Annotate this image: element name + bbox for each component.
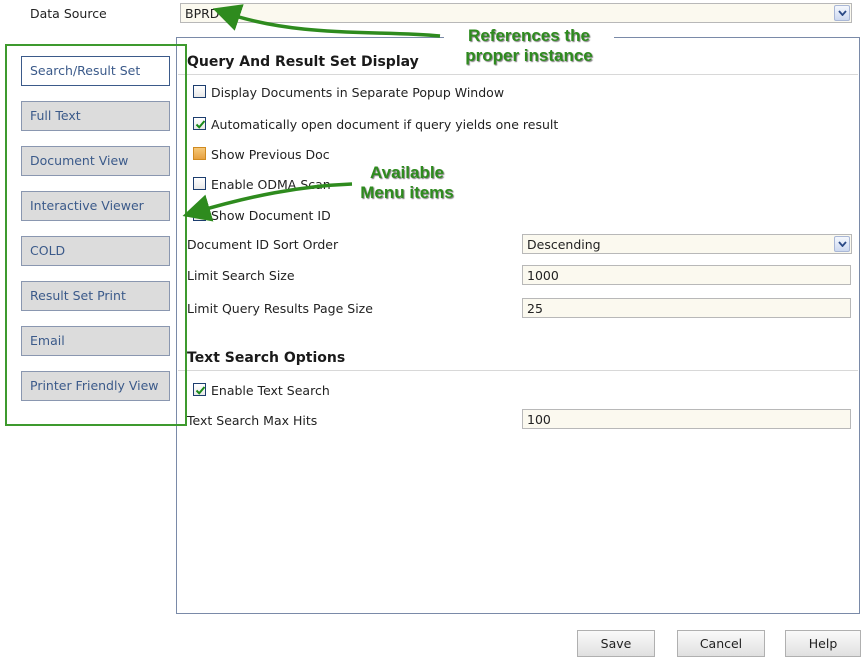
cancel-button[interactable]: Cancel xyxy=(677,630,765,657)
arrow-icon xyxy=(212,4,441,38)
help-button[interactable]: Help xyxy=(785,630,861,657)
callout-arrows xyxy=(182,4,441,222)
arrow-icon xyxy=(182,182,353,222)
save-button[interactable]: Save xyxy=(577,630,655,657)
